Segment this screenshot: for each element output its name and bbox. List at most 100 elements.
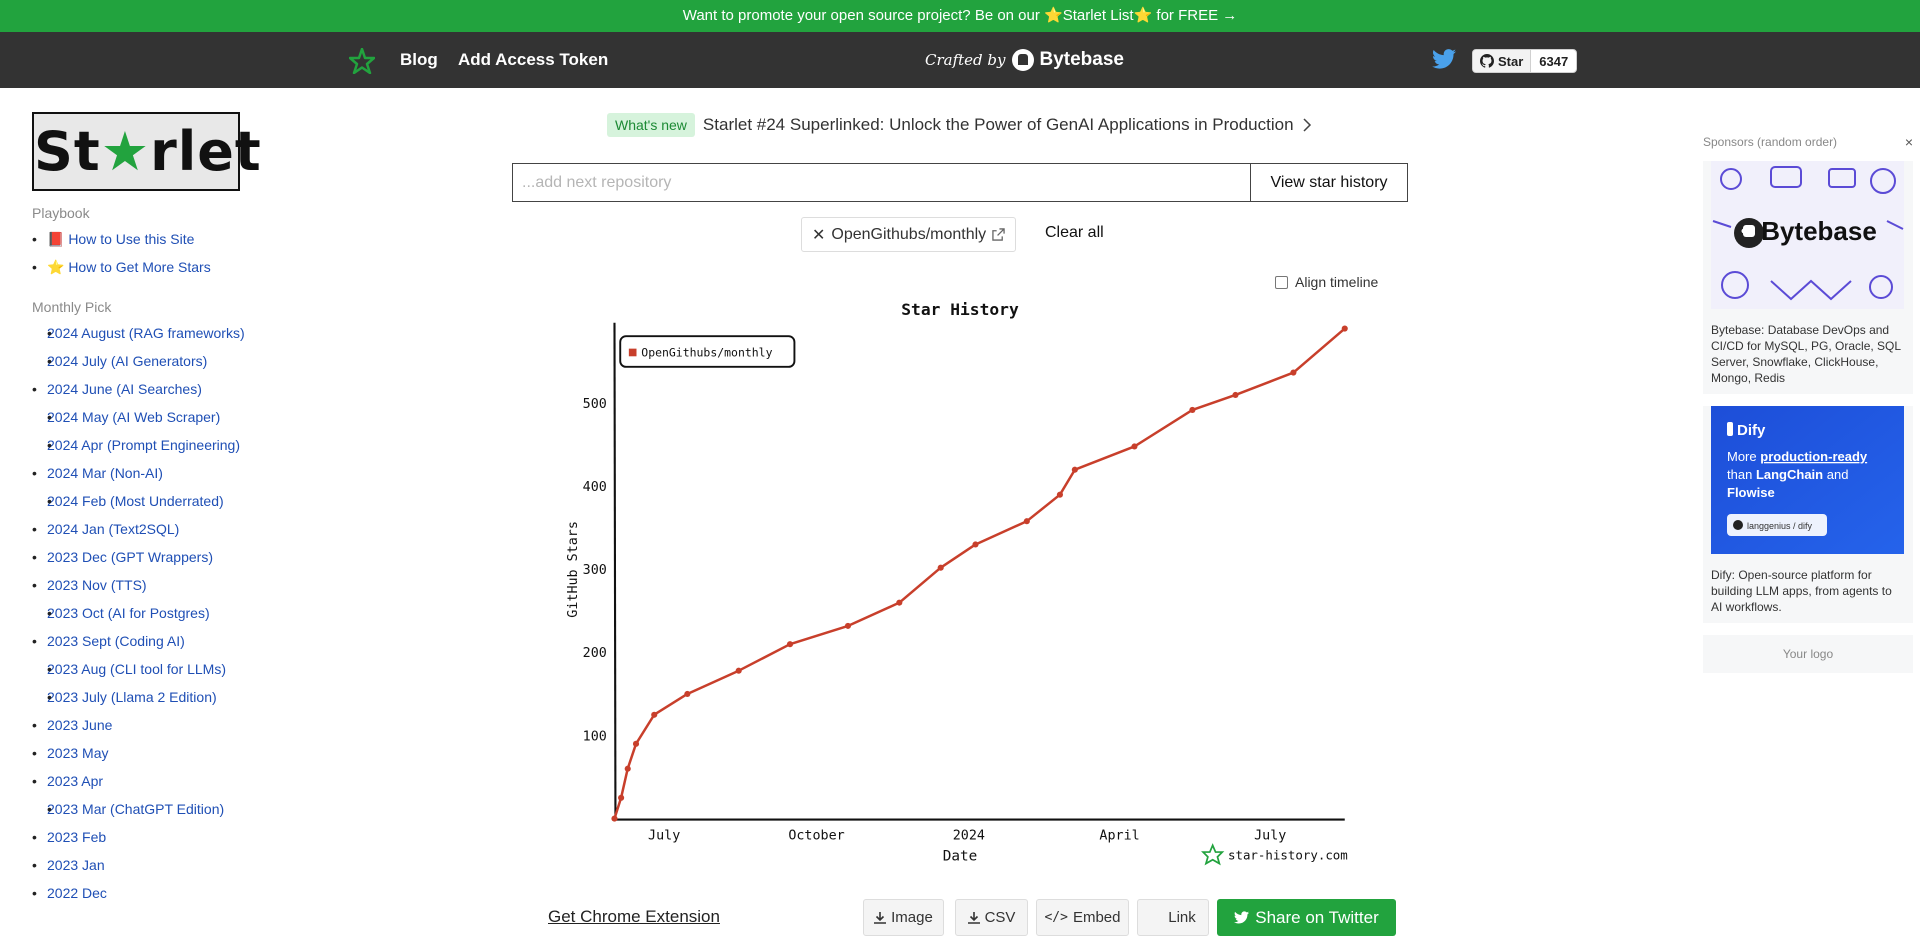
monthly-pick-item[interactable]: 2023 Dec (GPT Wrappers) <box>32 547 252 567</box>
bytebase-brand: Bytebase <box>1039 49 1125 70</box>
y-tick-label: 200 <box>583 646 607 661</box>
monthly-pick-item[interactable]: 2023 Nov (TTS) <box>32 575 252 595</box>
y-tick-label: 500 <box>583 397 607 412</box>
align-timeline-checkbox[interactable] <box>1275 275 1288 289</box>
image-label: Image <box>891 909 933 926</box>
csv-label: CSV <box>984 909 1016 926</box>
nav-blog-link[interactable]: Blog <box>400 50 438 70</box>
y-tick-label: 400 <box>583 480 607 495</box>
svg-text:than LangChain and: than LangChain and <box>1727 467 1848 482</box>
starlet-logo[interactable]: St★rlet <box>32 112 261 191</box>
y-tick-label: 100 <box>583 729 607 744</box>
monthly-pick-item[interactable]: 2023 Apr <box>32 771 252 791</box>
monthly-pick-item[interactable]: 2024 May (AI Web Scraper) <box>32 407 252 427</box>
monthly-pick-item[interactable]: 2023 Sept (Coding AI) <box>32 631 252 651</box>
sponsor-card-bytebase[interactable]: Bytebase Bytebase: Database DevOps and C… <box>1703 161 1913 394</box>
monthly-pick-item[interactable]: 2023 Aug (CLI tool for LLMs) <box>32 659 252 679</box>
crafted-by-bytebase[interactable]: Crafted by Bytebase <box>925 49 1124 71</box>
bytebase-sponsor-image[interactable]: Bytebase <box>1711 161 1904 309</box>
data-point <box>1071 466 1078 473</box>
dify-sponsor-desc[interactable]: Dify: Open-source platform for building … <box>1711 567 1905 615</box>
x-tick-label: April <box>1099 829 1139 844</box>
remove-repo-icon[interactable]: ✕ <box>812 225 825 245</box>
monthly-pick-item[interactable]: 2023 May <box>32 743 252 763</box>
monthly-pick-item[interactable]: 2024 June (AI Searches) <box>32 379 252 399</box>
crafted-by-text: Crafted by <box>925 51 1006 69</box>
bytebase-sponsor-text: Bytebase <box>1761 216 1877 246</box>
data-point <box>651 711 658 718</box>
y-axis-label: GitHub Stars <box>566 521 581 618</box>
sponsor-card-dify[interactable]: Dify More production-ready than LangChai… <box>1703 406 1913 623</box>
chart-title: Star History <box>901 300 1019 319</box>
data-point <box>618 794 625 801</box>
download-icon <box>874 911 887 924</box>
monthly-pick-item[interactable]: 2024 Apr (Prompt Engineering) <box>32 435 252 455</box>
left-sidebar: St★rlet Playbook 📕 How to Use this Site … <box>32 112 261 911</box>
embed-label: Embed <box>1072 909 1121 926</box>
monthly-pick-item[interactable]: 2023 July (Llama 2 Edition) <box>32 687 252 707</box>
chrome-extension-link[interactable]: Get Chrome Extension <box>548 907 720 927</box>
data-point <box>786 641 794 648</box>
download-csv-button[interactable]: CSV <box>955 899 1028 936</box>
repo-search-input[interactable] <box>512 163 1251 202</box>
chart-watermark: star-history.com <box>1228 848 1348 863</box>
star-history-logo-icon[interactable] <box>349 48 375 74</box>
your-logo-slot[interactable]: Your logo <box>1703 635 1913 673</box>
dify-logo-text: Dify <box>1737 422 1766 439</box>
clear-all-button[interactable]: Clear all <box>1045 224 1104 242</box>
data-point <box>1290 369 1297 376</box>
data-point <box>1232 391 1239 399</box>
playbook-item[interactable]: ⭐ How to Get More Stars <box>32 257 252 277</box>
monthly-pick-item[interactable]: 2022 Dec <box>32 883 252 903</box>
external-link-icon[interactable] <box>992 228 1005 241</box>
top-nav: Blog Add Access Token Crafted by Bytebas… <box>0 32 1920 88</box>
watermark-star-icon <box>1201 843 1225 866</box>
monthly-pick-item[interactable]: 2024 Feb (Most Underrated) <box>32 491 252 511</box>
series-line <box>613 327 1346 819</box>
promo-banner[interactable]: Want to promote your open source project… <box>0 0 1920 32</box>
whats-new-banner[interactable]: What's new Starlet #24 Superlinked: Unlo… <box>607 112 1312 138</box>
data-point <box>632 740 640 747</box>
monthly-pick-item[interactable]: 2023 Mar (ChatGPT Edition) <box>32 799 252 819</box>
sponsors-panel: Sponsors (random order) × Bytebase Byteb… <box>1703 134 1913 673</box>
repo-chip-label[interactable]: OpenGithubs/monthly <box>831 226 986 244</box>
github-star-button[interactable]: Star 6347 <box>1472 49 1578 73</box>
sponsors-title: Sponsors (random order) <box>1703 135 1838 149</box>
embed-button[interactable]: </> Embed <box>1036 899 1129 936</box>
monthly-pick-item[interactable]: 2023 Oct (AI for Postgres) <box>32 603 252 623</box>
chevron-right-icon <box>1303 118 1311 132</box>
data-point <box>1341 325 1348 332</box>
monthly-pick-item[interactable]: 2024 Mar (Non-AI) <box>32 463 252 483</box>
link-label: Link <box>1168 909 1196 926</box>
monthly-pick-item[interactable]: 2024 August (RAG frameworks) <box>32 323 252 343</box>
dify-repo-text: langgenius / dify <box>1747 521 1813 531</box>
dify-banner-more: More <box>1727 449 1757 464</box>
bytebase-sponsor-desc[interactable]: Bytebase: Database DevOps and CI/CD for … <box>1711 322 1905 386</box>
dify-sponsor-image[interactable]: Dify More production-ready than LangChai… <box>1711 406 1904 554</box>
playbook-item[interactable]: 📕 How to Use this Site <box>32 229 252 249</box>
legend-label: OpenGithubs/monthly <box>641 345 772 359</box>
monthly-pick-item[interactable]: 2024 Jan (Text2SQL) <box>32 519 252 539</box>
share-twitter-button[interactable]: Share on Twitter <box>1217 899 1396 936</box>
promo-text[interactable]: Want to promote your open source project… <box>683 7 1238 24</box>
data-point <box>937 564 944 571</box>
data-point <box>844 622 852 629</box>
nav-add-token-link[interactable]: Add Access Token <box>458 50 608 70</box>
github-star-count[interactable]: 6347 <box>1531 50 1576 72</box>
close-icon[interactable]: × <box>1905 134 1913 150</box>
monthly-pick-item[interactable]: 2023 Feb <box>32 827 252 847</box>
github-icon <box>1480 54 1494 68</box>
data-point <box>684 690 691 698</box>
download-icon <box>967 911 980 924</box>
monthly-pick-item[interactable]: 2024 July (AI Generators) <box>32 351 252 371</box>
whats-new-text[interactable]: Starlet #24 Superlinked: Unlock the Powe… <box>703 115 1294 135</box>
monthly-pick-item[interactable]: 2023 Jan <box>32 855 252 875</box>
twitter-icon[interactable] <box>1432 48 1456 70</box>
download-image-button[interactable]: Image <box>863 899 944 936</box>
monthly-pick-item[interactable]: 2023 June <box>32 715 252 735</box>
align-timeline-toggle[interactable]: Align timeline <box>1275 274 1378 290</box>
view-star-history-button[interactable]: View star history <box>1250 163 1408 202</box>
github-star-label[interactable]: Star <box>1473 50 1532 72</box>
link-button[interactable]: Link <box>1137 899 1209 936</box>
data-point <box>624 765 631 772</box>
